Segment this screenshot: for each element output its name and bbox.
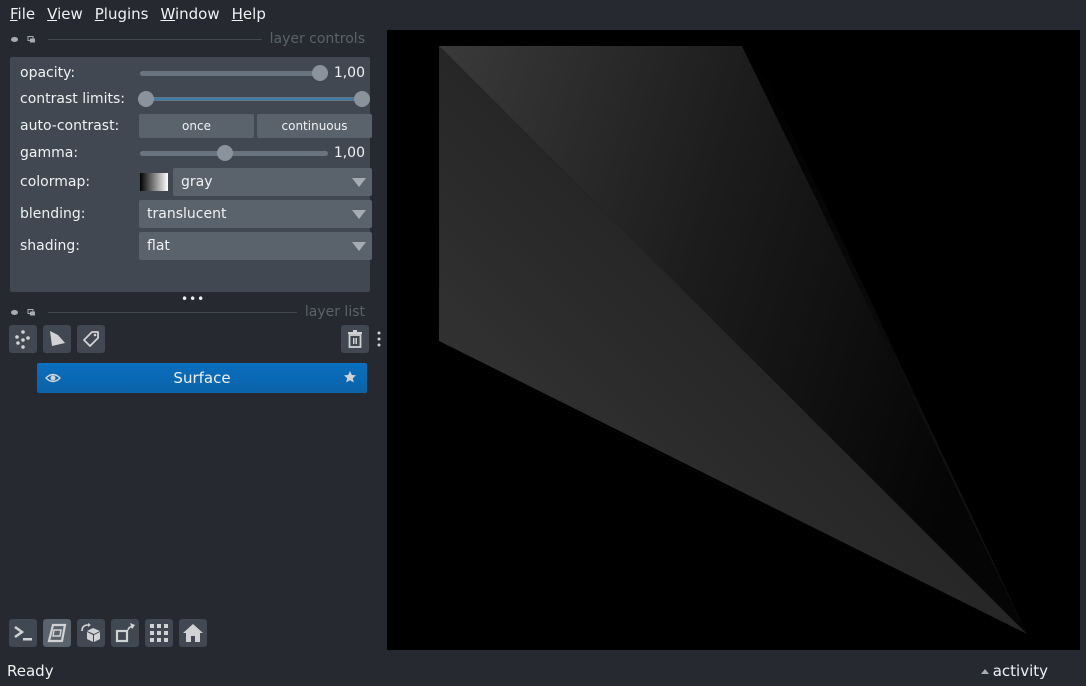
console-icon [14,625,32,641]
contrast-limits-slider[interactable] [138,86,370,112]
menu-window-rest: indow [174,5,220,23]
menu-view-mnemonic: V [47,5,58,23]
visibility-eye-icon[interactable] [45,370,61,386]
console-button[interactable] [9,619,37,647]
reset-view-button[interactable] [179,619,207,647]
trash-icon [348,330,362,348]
gamma-slider-track [140,151,328,156]
blending-label: blending: [20,206,86,222]
menu-help-rest: elp [242,5,266,23]
layer-list-title: layer list [304,304,365,320]
dock-close-icon[interactable] [10,36,19,43]
roll-icon [81,623,100,642]
new-points-icon [15,330,30,349]
new-points-button[interactable] [9,325,37,353]
layer-list-item[interactable]: Surface [37,363,367,393]
shading-label: shading: [20,238,80,254]
dock-title-divider [48,38,262,40]
star-icon [344,371,356,383]
home-icon [183,624,203,642]
dock-float-icon[interactable] [27,35,36,43]
opacity-slider-handle[interactable] [312,65,328,81]
colormap-preview [140,173,168,191]
3d-cube-icon [47,623,67,643]
blending-dropdown[interactable]: translucent [139,200,372,228]
gamma-label: gamma: [20,145,79,161]
new-shapes-icon [50,331,65,346]
new-shapes-button[interactable] [43,325,71,353]
chevron-down-icon [352,242,366,251]
blending-value: translucent [147,206,227,222]
shading-dropdown[interactable]: flat [139,232,372,260]
menu-view-rest: iew [57,5,83,23]
opacity-slider[interactable] [140,60,328,86]
menu-plugins-mnemonic: P [94,5,104,23]
activity-button[interactable]: activity [980,662,1048,680]
contrast-limits-high-handle[interactable] [354,91,370,107]
status-text: Ready [7,662,54,680]
dock-title-divider [48,311,297,313]
layer-controls-titlebar: layer controls [10,30,365,48]
chevron-down-icon [352,178,366,187]
opacity-label: opacity: [20,65,76,81]
auto-contrast-row: auto-contrast: once continuous [20,113,372,139]
colormap-label: colormap: [20,174,91,190]
chevron-up-icon [980,668,989,674]
toggle-ndisplay-button[interactable] [43,619,71,647]
dock-float-icon[interactable] [27,308,36,316]
shading-row: shading: flat [20,232,372,260]
contrast-limits-row: contrast limits: [20,86,370,112]
viewer-canvas[interactable] [387,30,1080,650]
auto-contrast-label: auto-contrast: [20,118,120,134]
roll-dims-button[interactable] [77,619,105,647]
menu-file-mnemonic: F [10,5,18,23]
colormap-dropdown[interactable]: gray [173,168,372,196]
transpose-dims-button[interactable] [111,619,139,647]
surface-render [439,46,1027,634]
contrast-limits-label: contrast limits: [20,91,125,107]
layer-list-titlebar: layer list [10,303,365,321]
more-options-handle[interactable] [377,331,381,349]
layer-name[interactable]: Surface [173,369,230,387]
contrast-limits-track [138,97,370,101]
menu-help-mnemonic: H [231,5,243,23]
grid-view-button[interactable] [145,619,173,647]
menu-file-rest: ile [17,5,36,23]
gamma-value: 1,00 [333,145,365,161]
contrast-limits-low-handle[interactable] [138,91,154,107]
colormap-value: gray [181,174,213,190]
delete-layer-button[interactable] [341,325,369,353]
layer-controls-panel: opacity: 1,00 contrast limits: auto-cont… [10,57,372,292]
colormap-row: colormap: gray [20,168,372,196]
grid-icon [150,624,168,642]
menu-window[interactable]: Window [154,5,225,23]
gamma-row: gamma: 1,00 [20,140,365,166]
shading-value: flat [147,238,170,254]
opacity-slider-track [140,71,328,76]
menu-file[interactable]: File [4,5,41,23]
new-labels-icon [83,331,99,347]
menu-window-mnemonic: W [160,5,175,23]
menu-plugins[interactable]: Plugins [89,5,155,23]
auto-contrast-once-button[interactable]: once [139,114,254,138]
gamma-slider-handle[interactable] [217,145,234,161]
kebab-icon [377,331,381,347]
opacity-row: opacity: 1,00 [20,60,365,86]
menu-help[interactable]: Help [226,5,272,23]
menu-view[interactable]: View [41,5,89,23]
chevron-down-icon [352,210,366,219]
opacity-value: 1,00 [333,65,365,81]
auto-contrast-continuous-button[interactable]: continuous [257,114,372,138]
blending-row: blending: translucent [20,200,372,228]
menu-plugins-rest: lugins [103,5,149,23]
menu-bar: File View Plugins Window Help [0,0,1086,28]
transpose-icon [115,623,135,643]
activity-label: activity [992,662,1048,680]
layer-controls-title: layer controls [269,31,365,47]
gamma-slider[interactable] [140,140,328,166]
new-labels-button[interactable] [77,325,105,353]
dock-close-icon[interactable] [10,309,19,316]
